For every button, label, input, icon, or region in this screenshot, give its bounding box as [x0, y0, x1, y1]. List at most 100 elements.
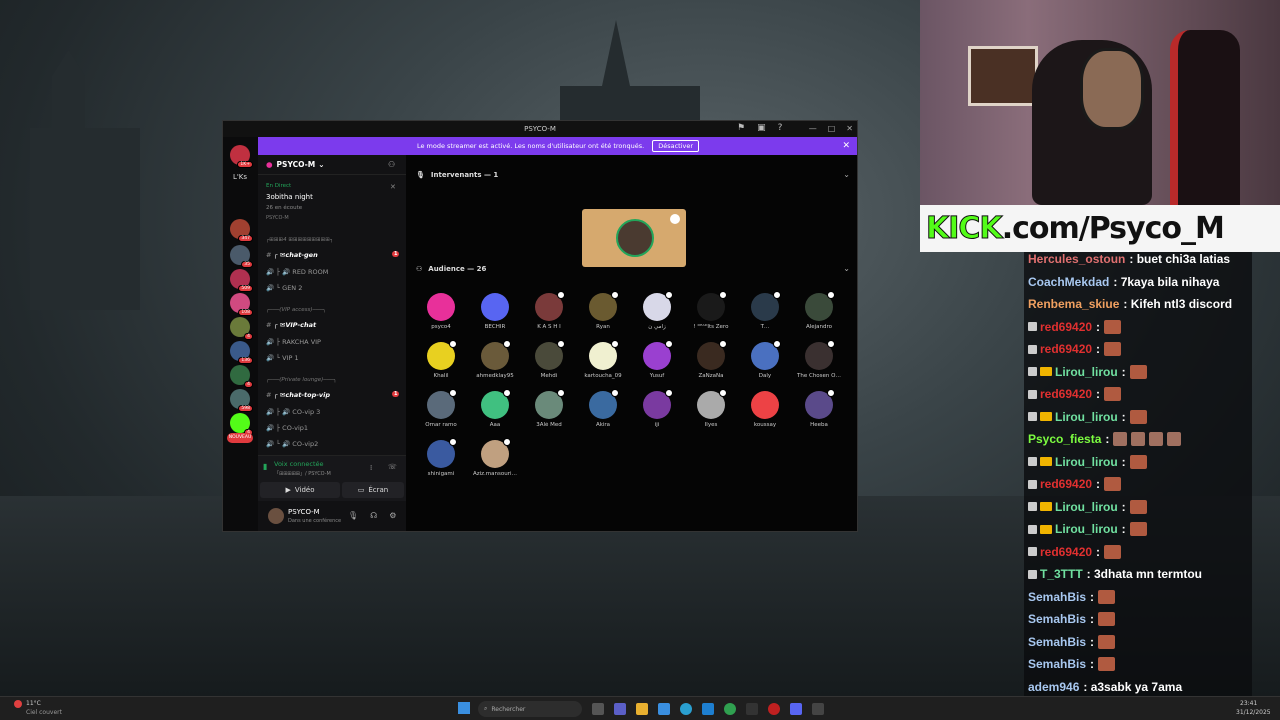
- server-icon[interactable]: 347: [230, 219, 253, 242]
- server-icon[interactable]: NOUVEAU: [227, 433, 253, 443]
- audience-member[interactable]: shinigami: [414, 438, 468, 477]
- video-button[interactable]: ▶ Vidéo: [260, 482, 340, 498]
- app-icon[interactable]: [768, 703, 780, 715]
- server-icon[interactable]: 1K+: [230, 145, 253, 168]
- gear-icon[interactable]: ⚙: [389, 511, 396, 520]
- obs-icon[interactable]: [746, 703, 758, 715]
- server-header[interactable]: ● PSYCO-M ⌄ ⚇: [258, 155, 406, 175]
- inbox-icon[interactable]: ⚑: [737, 123, 745, 133]
- audience-member[interactable]: BECHIR: [468, 293, 522, 330]
- voice-channel[interactable]: 🔊 └ 🔊 CO-vip2: [266, 440, 318, 448]
- audience-member[interactable]: Aziz.mansouri…: [468, 438, 522, 477]
- speakers-header[interactable]: 🎙︎ Intervenants — 1: [416, 171, 498, 179]
- text-channel[interactable]: # ┌ ✉chat-top-vip 1: [266, 391, 400, 399]
- close-window-button[interactable]: ✕: [846, 124, 853, 133]
- audience-member[interactable]: Heeba: [792, 389, 846, 428]
- mail-icon[interactable]: [702, 703, 714, 715]
- audience-member[interactable]: T…: [738, 291, 792, 330]
- audience-member[interactable]: ahmedklay95: [468, 340, 522, 379]
- help-icon[interactable]: ?: [778, 123, 783, 133]
- chat-username[interactable]: SemahBis: [1028, 635, 1086, 649]
- server-icon[interactable]: L'Ks: [230, 167, 250, 187]
- channel-category[interactable]: ╭───(Private lounge)───╮: [266, 377, 337, 383]
- edge-icon[interactable]: [680, 703, 692, 715]
- server-icon[interactable]: 598: [230, 389, 253, 412]
- chat-username[interactable]: SemahBis: [1028, 657, 1086, 671]
- audience-member[interactable]: The Chosen O…: [792, 340, 846, 379]
- mic-icon[interactable]: 🎙︎: [348, 511, 358, 520]
- channel-category[interactable]: ┌⊞⊞⊞4 ⊞⊞⊞⊞⊞⊞⊞⊞⊞┐: [266, 237, 333, 243]
- chevron-down-icon[interactable]: ⌄: [843, 264, 850, 273]
- chat-username[interactable]: adem946: [1028, 680, 1079, 694]
- chat-username[interactable]: red69420: [1040, 320, 1092, 334]
- chat-username[interactable]: Lirou_lirou: [1055, 410, 1118, 424]
- text-channel[interactable]: # ┌ ✉chat-gen 1: [266, 251, 400, 259]
- discord-taskbar-icon[interactable]: [790, 703, 802, 715]
- close-banner-icon[interactable]: ✕: [842, 141, 850, 151]
- channel-category[interactable]: ╭───(VIP access)───╮: [266, 307, 326, 313]
- chat-username[interactable]: red69420: [1040, 342, 1092, 356]
- audience-member[interactable]: koussay: [738, 391, 792, 428]
- server-icon[interactable]: 108: [230, 293, 253, 316]
- audience-member[interactable]: Daly: [738, 340, 792, 379]
- audience-member[interactable]: Aaa: [468, 389, 522, 428]
- audience-member[interactable]: Ryan: [576, 291, 630, 330]
- avatar[interactable]: [268, 508, 284, 524]
- disable-streamer-button[interactable]: Désactiver: [652, 140, 700, 152]
- audience-member[interactable]: psyco4: [414, 293, 468, 330]
- clock-time[interactable]: 23:41: [1240, 700, 1257, 707]
- audience-member[interactable]: Omar ramo: [414, 389, 468, 428]
- audience-member[interactable]: iji: [630, 389, 684, 428]
- text-channel[interactable]: # ┌ ✉VIP-chat: [266, 321, 316, 329]
- chevron-down-icon[interactable]: ⌄: [843, 170, 850, 179]
- chat-username[interactable]: SemahBis: [1028, 612, 1086, 626]
- audience-member[interactable]: K A S H I: [522, 291, 576, 330]
- folder-icon[interactable]: [636, 703, 648, 715]
- speaker-tile[interactable]: [582, 209, 686, 267]
- audience-member[interactable]: 3Alé Med: [522, 389, 576, 428]
- server-icon[interactable]: 35: [230, 245, 253, 268]
- voice-status[interactable]: Voix connectée: [274, 460, 324, 468]
- chat-username[interactable]: T_3TTT: [1040, 567, 1083, 581]
- voice-channel[interactable]: 🔊 ├ 🔊 RED ROOM: [266, 268, 328, 276]
- voice-channel[interactable]: 🔊 └ VIP 1: [266, 354, 299, 362]
- server-icon[interactable]: 136: [230, 341, 253, 364]
- weather-temp[interactable]: 11°C: [26, 700, 41, 707]
- chat-username[interactable]: CoachMekdad: [1028, 275, 1109, 289]
- audience-member[interactable]: ! ᴰᴱᴬᴰIts Zero: [684, 291, 738, 330]
- start-icon[interactable]: [458, 702, 470, 714]
- voice-channel[interactable]: 🔊 ├ RAKCHA VIP: [266, 338, 321, 346]
- server-icon[interactable]: 4: [230, 317, 253, 340]
- chat-username[interactable]: Lirou_lirou: [1055, 522, 1118, 536]
- chat-username[interactable]: Lirou_lirou: [1055, 455, 1118, 469]
- stage-title[interactable]: 3obitha night: [266, 193, 313, 201]
- teams-icon[interactable]: [614, 703, 626, 715]
- maximize-button[interactable]: □: [828, 124, 836, 133]
- voice-channel[interactable]: 🔊 ├ 🔊 CO-vip 3: [266, 408, 320, 416]
- voice-channel[interactable]: 🔊 ├ CO-vip1: [266, 424, 308, 432]
- chat-username[interactable]: Renbema_skiue: [1028, 297, 1119, 311]
- server-icon[interactable]: 509: [230, 269, 253, 292]
- store-icon[interactable]: [658, 703, 670, 715]
- server-icon[interactable]: 4: [230, 413, 253, 436]
- audience-member[interactable]: kartoucha_09: [576, 340, 630, 379]
- audience-header[interactable]: ⚇ Audience — 26: [416, 265, 486, 273]
- audience-member[interactable]: Alejandro: [792, 291, 846, 330]
- chat-username[interactable]: red69420: [1040, 545, 1092, 559]
- chat-username[interactable]: Lirou_lirou: [1055, 500, 1118, 514]
- server-icon[interactable]: 4: [230, 365, 253, 388]
- chat-username[interactable]: red69420: [1040, 477, 1092, 491]
- noise-icon[interactable]: ⁞: [370, 464, 372, 472]
- audience-member[interactable]: Akira: [576, 389, 630, 428]
- chrome-icon[interactable]: [724, 703, 736, 715]
- audience-member[interactable]: Ilyes: [684, 389, 738, 428]
- audience-member[interactable]: Khalil: [414, 340, 468, 379]
- voice-channel[interactable]: 🔊 └ GEN 2: [266, 284, 302, 292]
- chat-username[interactable]: red69420: [1040, 387, 1092, 401]
- screen-icon[interactable]: ▣: [757, 123, 766, 133]
- task-view-icon[interactable]: [592, 703, 604, 715]
- audience-member[interactable]: Yusuf: [630, 340, 684, 379]
- chat-username[interactable]: Psyco_fiesta: [1028, 432, 1101, 446]
- headphones-icon[interactable]: ☊: [370, 511, 377, 520]
- audience-member[interactable]: ZaNzaNa: [684, 340, 738, 379]
